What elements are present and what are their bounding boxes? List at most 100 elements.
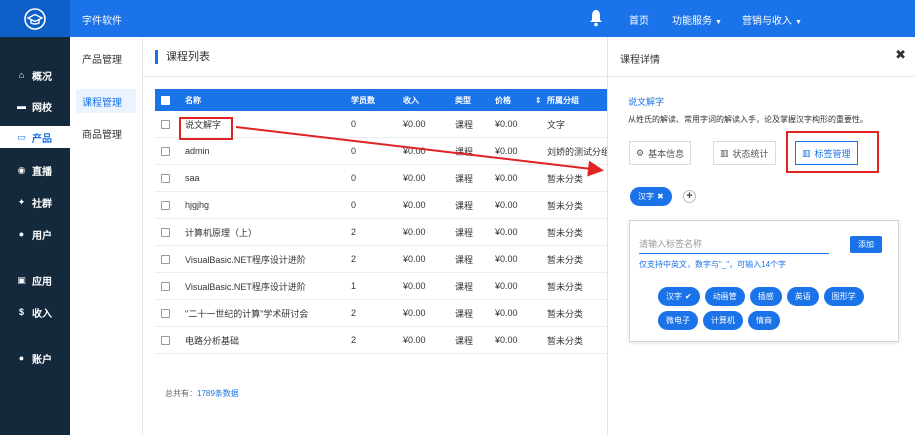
cell-name[interactable]: 电路分析基础 — [185, 327, 345, 353]
sidebar-item-live[interactable]: ◉ 直播 — [0, 159, 70, 181]
table-row[interactable]: saa 0 ¥0.00 课程 ¥0.00 暂未分类 — [155, 165, 607, 192]
col-group[interactable]: 所属分组 — [547, 89, 579, 111]
cell-name[interactable]: VisualBasic.NET程序设计进阶 — [185, 246, 345, 272]
cell-income: ¥0.00 — [403, 173, 426, 183]
row-checkbox[interactable] — [161, 192, 170, 218]
tag-chip[interactable]: 汉字 ✖ — [630, 187, 672, 206]
cell-students: 0 — [351, 119, 357, 129]
cell-students: 2 — [351, 254, 357, 264]
sort-icon[interactable]: ⇕ — [535, 89, 542, 111]
cell-students: 2 — [351, 227, 357, 237]
user-icon: ● — [18, 229, 25, 239]
table-row[interactable]: VisualBasic.NET程序设计进阶 2 ¥0.00 课程 ¥0.00 暂未分类 — [155, 246, 607, 273]
subnav-item-goods[interactable]: 商品管理 — [76, 121, 136, 145]
tag-options: 汉字 ✔ 动画管 插感 英语 图形学微电子 计算机 情商 — [658, 287, 878, 330]
col-name[interactable]: 名称 — [185, 89, 201, 111]
tag-option[interactable]: 微电子 — [658, 311, 698, 330]
cell-type: 课程 — [455, 254, 474, 265]
row-checkbox[interactable] — [161, 246, 170, 272]
sidebar: ⌂ 概况 ▬ 网校 ▭ 产品 ◉ 直播 ✦ 社群 ● 用户 ▣ 应用 $ 收入 ● 账户 — [0, 37, 70, 435]
cell-type: 课程 — [455, 173, 474, 184]
row-checkbox[interactable] — [161, 327, 170, 353]
cell-group: 暂未分类 — [547, 308, 584, 319]
chart-icon: ▥ — [720, 147, 729, 158]
cell-income: ¥0.00 — [403, 119, 426, 129]
row-checkbox[interactable] — [161, 273, 170, 299]
tag-option[interactable]: 汉字 ✔ — [658, 287, 700, 306]
add-tag-button[interactable]: + — [683, 190, 696, 203]
table-row[interactable]: admin 0 ¥0.00 课程 ¥0.00 刘娇的测试分组 — [155, 138, 607, 165]
cell-name[interactable]: saa — [185, 165, 345, 191]
current-tags: 汉字 ✖ — [630, 187, 672, 206]
chevron-down-icon: ▼ — [794, 19, 802, 26]
col-income[interactable]: 收入 — [403, 89, 419, 111]
cell-price: ¥0.00 — [495, 308, 518, 318]
tag-option[interactable]: 插感 — [749, 287, 782, 306]
row-checkbox[interactable] — [161, 165, 170, 191]
cell-type: 课程 — [455, 227, 474, 238]
cell-type: 课程 — [455, 146, 474, 157]
bell-icon[interactable] — [589, 9, 603, 27]
col-price[interactable]: 价格 — [495, 89, 511, 111]
panel-header: 课程详情 ✖ — [608, 37, 915, 77]
sidebar-item-community[interactable]: ✦ 社群 — [0, 191, 70, 213]
cell-students: 2 — [351, 335, 357, 345]
nav-home[interactable]: 首页 — [629, 12, 652, 27]
cell-price: ¥0.00 — [495, 281, 518, 291]
top-bar: 字件软件 首页 功能服务 ▼ 营销与收入 ▼ — [0, 0, 915, 37]
cell-type: 课程 — [455, 335, 474, 346]
subnav-item-courses[interactable]: 课程管理 — [76, 89, 136, 113]
row-checkbox[interactable] — [161, 111, 170, 137]
sidebar-item-account[interactable]: ● 账户 — [0, 347, 70, 369]
home-icon: ⌂ — [18, 70, 25, 80]
tab-status-stats[interactable]: ▥ 状态统计 — [713, 141, 776, 165]
sidebar-item-product[interactable]: ▭ 产品 — [0, 126, 70, 148]
cell-students: 1 — [351, 281, 357, 291]
cell-name[interactable]: VisualBasic.NET程序设计进阶 — [185, 273, 345, 299]
cell-name[interactable]: 计算机原理（上） — [185, 219, 345, 245]
cell-name[interactable]: 说文解字 — [185, 111, 345, 137]
sidebar-item-school[interactable]: ▬ 网校 — [0, 95, 70, 117]
table-row[interactable]: 电路分析基础 2 ¥0.00 课程 ¥0.00 暂未分类 — [155, 327, 607, 354]
row-checkbox[interactable] — [161, 138, 170, 164]
table-header: 名称 学员数 收入 类型 价格 ⇕ 所属分组 — [155, 89, 607, 111]
close-icon[interactable]: ✖ — [895, 47, 906, 63]
tab-basic-info[interactable]: ⚙ 基本信息 — [629, 141, 692, 165]
cell-type: 课程 — [455, 200, 474, 211]
cell-income: ¥0.00 — [403, 308, 426, 318]
tag-option[interactable]: 情商 — [748, 311, 780, 330]
cell-name[interactable]: "二十一世纪的计算"学术研讨会 — [185, 300, 345, 326]
tag-name-input[interactable] — [639, 234, 829, 254]
remove-tag-icon[interactable]: ✖ — [657, 192, 664, 201]
table-row[interactable]: 说文解字 0 ¥0.00 课程 ¥0.00 文字 — [155, 111, 607, 138]
table-row[interactable]: VisualBasic.NET程序设计进阶 1 ¥0.00 课程 ¥0.00 暂未分类 — [155, 273, 607, 300]
row-checkbox[interactable] — [161, 300, 170, 326]
app-brand: 字件软件 — [82, 16, 122, 27]
row-checkbox[interactable] — [161, 219, 170, 245]
col-type[interactable]: 类型 — [455, 89, 471, 111]
sidebar-item-overview[interactable]: ⌂ 概况 — [0, 64, 70, 86]
sidebar-item-apps[interactable]: ▣ 应用 — [0, 269, 70, 291]
nav-marketing-income[interactable]: 营销与收入 ▼ — [742, 12, 802, 27]
tag-option[interactable]: 计算机 — [703, 311, 743, 330]
add-button[interactable]: 添加 — [850, 236, 882, 253]
cell-name[interactable]: admin — [185, 138, 345, 164]
course-description: 从姓氏的解读、常用字词的解读入手，论及掌握汉字构形的重要性。 — [628, 115, 868, 124]
col-students[interactable]: 学员数 — [351, 89, 375, 111]
logo[interactable] — [0, 0, 70, 37]
table-row[interactable]: 计算机原理（上） 2 ¥0.00 课程 ¥0.00 暂未分类 — [155, 219, 607, 246]
tag-option[interactable]: 动画管 — [704, 287, 745, 306]
select-all-checkbox[interactable] — [161, 89, 170, 111]
cell-group: 暂未分类 — [547, 281, 584, 292]
table-row[interactable]: hjgjhg 0 ¥0.00 课程 ¥0.00 暂未分类 — [155, 192, 607, 219]
sidebar-item-users[interactable]: ● 用户 — [0, 223, 70, 245]
nav-feature-services[interactable]: 功能服务 ▼ — [672, 12, 722, 27]
cell-price: ¥0.00 — [495, 227, 518, 237]
cell-type: 课程 — [455, 281, 474, 292]
tag-option[interactable]: 英语 — [786, 287, 819, 306]
tag-option[interactable]: 图形学 — [823, 287, 864, 306]
sidebar-item-income[interactable]: $ 收入 — [0, 301, 70, 323]
cell-name[interactable]: hjgjhg — [185, 192, 345, 218]
table-row[interactable]: "二十一世纪的计算"学术研讨会 2 ¥0.00 课程 ¥0.00 暂未分类 — [155, 300, 607, 327]
gear-icon: ⚙ — [636, 147, 645, 158]
